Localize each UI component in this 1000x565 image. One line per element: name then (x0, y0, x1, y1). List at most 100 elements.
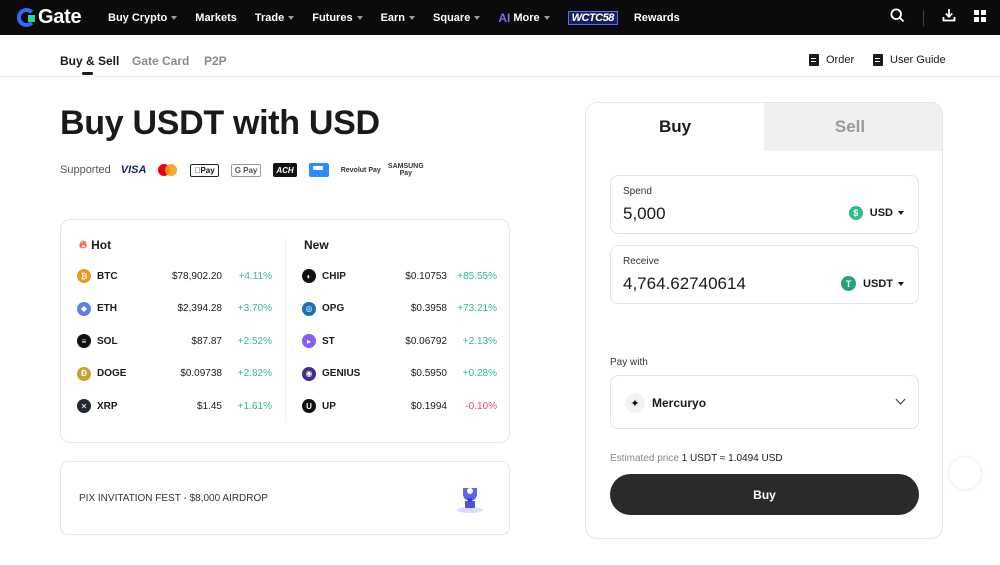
caret-down-icon (288, 15, 295, 20)
nav-item-label: Buy Crypto (108, 11, 168, 24)
xrp-coin-icon: ✕ (77, 399, 91, 413)
active-tab-indicator (82, 72, 93, 75)
gate-logo[interactable]: Gate (17, 6, 95, 29)
estimated-price-label: Estimated price (610, 453, 679, 464)
wctc-badge[interactable]: WCTC58 (567, 10, 618, 25)
ai-icon: AI (498, 10, 511, 25)
estimated-price: Estimated price 1 USDT ≈ 1.0494 USD (610, 453, 783, 464)
trade-panel: Sell Buy Spend $ USD Receive T USDT Pay … (585, 102, 943, 539)
market-row[interactable]: Ð DOGE $0.09738 +2.82% (77, 366, 272, 382)
coin-price: $0.3958 (410, 303, 447, 314)
nav-item-buy-crypto[interactable]: Buy Crypto (108, 11, 178, 24)
trophy-icon (454, 482, 486, 519)
main-nav: Buy Crypto Markets Trade Futures Earn Square A… (108, 0, 698, 35)
market-row[interactable]: ◆ ETH $2,394.28 +3.70% (77, 301, 272, 317)
nav-item-rewards[interactable]: Rewards (634, 12, 680, 24)
mercuryo-logo-icon: ✦ (625, 393, 645, 413)
spend-currency-select[interactable]: $ USD (848, 206, 904, 220)
eth-coin-icon: ◆ (77, 301, 91, 316)
coin-change: +2.82% (237, 368, 272, 379)
coin-symbol: UP (322, 400, 336, 412)
hot-header: 🔥︎ Hot (79, 238, 111, 252)
coin-symbol: SOL (97, 335, 118, 347)
download-icon[interactable] (942, 8, 956, 27)
tab-buy[interactable]: Buy (586, 103, 764, 151)
coin-symbol: ETH (97, 303, 117, 314)
nav-item-square[interactable]: Square (433, 11, 481, 24)
coin-change: +2.52% (237, 335, 272, 347)
column-divider (285, 238, 286, 423)
nav-item-more[interactable]: AI More (498, 10, 550, 25)
revolut-pay-logo: Revolut Pay (334, 166, 381, 174)
market-row[interactable]: ◉ GENIUS $0.5950 +0.28% (302, 366, 497, 382)
coin-price: $1.45 (196, 400, 222, 412)
market-row[interactable]: ₿ BTC $78,902.20 +4.11% (77, 268, 272, 284)
caret-down-icon (171, 15, 178, 20)
spend-input[interactable] (623, 204, 823, 224)
brand-name: Gate (38, 6, 82, 28)
user-guide-link[interactable]: User Guide (873, 54, 946, 66)
floating-support-button[interactable] (948, 456, 982, 490)
new-label: New (304, 238, 329, 252)
receive-input[interactable] (623, 274, 823, 294)
market-row[interactable]: ◎ OPG $0.3958 +73.21% (302, 301, 497, 317)
order-label: Order (826, 54, 855, 66)
nav-item-futures[interactable]: Futures (312, 12, 363, 24)
market-row[interactable]: ▸ ST $0.06792 +2.13% (302, 333, 497, 349)
market-row[interactable]: ≡ SOL $87.87 +2.52% (77, 333, 272, 349)
promo-banner[interactable]: PIX INVITATION FEST - $8,000 AIRDROP (60, 461, 510, 535)
tab-buy-sell[interactable]: Buy & Sell (60, 54, 119, 68)
nav-item-label: More (513, 11, 540, 24)
tab-gate-card[interactable]: Gate Card (132, 54, 189, 68)
genius-coin-icon: ◉ (302, 366, 316, 381)
coin-change: +4.11% (238, 270, 272, 282)
coin-change: +73.21% (457, 303, 497, 314)
opg-coin-icon: ◎ (302, 301, 316, 316)
ach-logo: ACH (273, 163, 297, 177)
caret-down-icon (543, 15, 550, 20)
tab-sell[interactable]: Sell (756, 103, 942, 151)
coin-price: $87.87 (191, 335, 222, 347)
coin-price: $0.10753 (405, 270, 447, 282)
samsung-pay-logo: SAMSUNG Pay (381, 163, 424, 177)
nav-item-markets[interactable]: Markets (195, 12, 237, 24)
market-row[interactable]: ◐ CHIP $0.10753 +85.55% (302, 268, 497, 284)
apps-grid-icon[interactable] (974, 9, 986, 27)
caret-down-icon (356, 15, 363, 20)
tab-p2p[interactable]: P2P (204, 54, 227, 68)
nav-item-label: Earn (380, 11, 406, 24)
nav-item-label: Trade (254, 11, 285, 24)
supported-label: Supported (60, 164, 111, 176)
google-pay-logo: G Pay (230, 163, 262, 177)
receive-label: Receive (623, 256, 660, 267)
nav-utilities (872, 0, 986, 35)
nav-item-label: Markets (195, 11, 237, 24)
coin-symbol: DOGE (97, 368, 127, 379)
nav-divider (923, 9, 924, 26)
caret-down-icon (409, 15, 416, 20)
market-row[interactable]: U UP $0.1994 -0.10% (302, 398, 497, 414)
chevron-down-icon (895, 394, 906, 405)
nav-item-label: Square (433, 11, 471, 24)
coin-price: $0.5950 (410, 368, 447, 379)
nav-item-earn[interactable]: Earn (380, 11, 416, 24)
up-coin-icon: U (302, 399, 316, 413)
market-row[interactable]: ✕ XRP $1.45 +1.61% (77, 398, 272, 414)
nav-item-trade[interactable]: Trade (254, 11, 295, 24)
bank-transfer-logo (308, 163, 329, 177)
receive-currency-select[interactable]: T USDT (841, 276, 904, 291)
pay-with-label: Pay with (610, 357, 648, 368)
caret-down-icon (898, 211, 904, 215)
coin-price: $0.1994 (410, 400, 447, 412)
document-icon (809, 54, 819, 66)
search-icon[interactable] (890, 7, 905, 28)
coin-price: $2,394.28 (177, 303, 223, 314)
usdt-coin-icon: T (841, 276, 857, 291)
payment-provider-select[interactable]: ✦ Mercuryo (610, 375, 919, 429)
promo-text: PIX INVITATION FEST - $8,000 AIRDROP (79, 493, 268, 504)
order-link[interactable]: Order (809, 54, 854, 66)
coin-change: +3.70% (237, 303, 272, 314)
doge-coin-icon: Ð (77, 366, 91, 381)
buy-button[interactable]: Buy (610, 474, 919, 515)
sub-tab-bar: Buy & Sell Gate Card P2P Order User Guid… (0, 35, 1000, 77)
